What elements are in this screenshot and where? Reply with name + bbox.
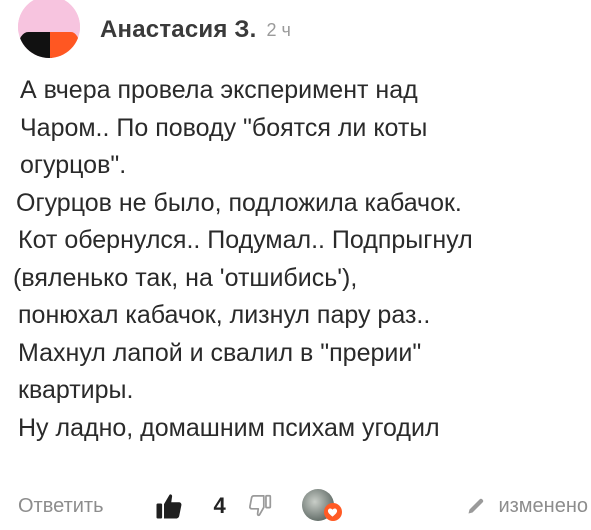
reactions-avatars[interactable] xyxy=(301,489,342,523)
comment-line: Ну ладно, домашним психам угодил xyxy=(18,413,440,442)
comment-line: огурцов". xyxy=(20,151,127,179)
comment-card: Анастасия З. 2 ч А вчера провела экспери… xyxy=(0,0,591,530)
avatar[interactable] xyxy=(18,0,80,58)
comment-line: Кот обернулся.. Подумал.. Подпрыгнул xyxy=(18,226,473,254)
thumbs-down-icon[interactable] xyxy=(246,492,274,520)
edited-label: изменено xyxy=(498,494,588,517)
comment-footer: Ответить 4 изменено xyxy=(18,486,588,526)
avatar-orange-shape xyxy=(50,31,80,58)
comment-line: Чаром.. По поводу "боятся ли коты xyxy=(20,113,428,142)
comment-line: Огурцов не было, подложила кабачок. xyxy=(16,188,462,217)
comment-text: А вчера провела эксперимент над Чаром.. … xyxy=(13,72,586,447)
edited-indicator: изменено xyxy=(466,495,588,518)
comment-line: понюхал кабачок, лизнул пару раз.. xyxy=(18,301,431,329)
like-count: 4 xyxy=(213,493,226,518)
comment-time: 2 ч xyxy=(266,19,291,40)
reply-button[interactable]: Ответить xyxy=(18,495,104,518)
thumbs-up-icon[interactable] xyxy=(154,491,184,521)
comment-line: А вчера провела эксперимент над xyxy=(20,76,418,104)
comment-header: Анастасия З. 2 ч xyxy=(18,0,291,60)
author-name[interactable]: Анастасия З. xyxy=(100,16,257,44)
avatar-dark-shape xyxy=(18,31,53,58)
comment-line: Махнул лапой и свалил в "прерии" xyxy=(18,338,422,367)
comment-line: (вяленько так, на 'отшибись'), xyxy=(13,263,358,292)
heart-icon xyxy=(323,503,342,521)
avatar-top-shape xyxy=(18,0,80,34)
pencil-icon xyxy=(466,496,486,516)
comment-line: квартиры. xyxy=(18,376,134,404)
